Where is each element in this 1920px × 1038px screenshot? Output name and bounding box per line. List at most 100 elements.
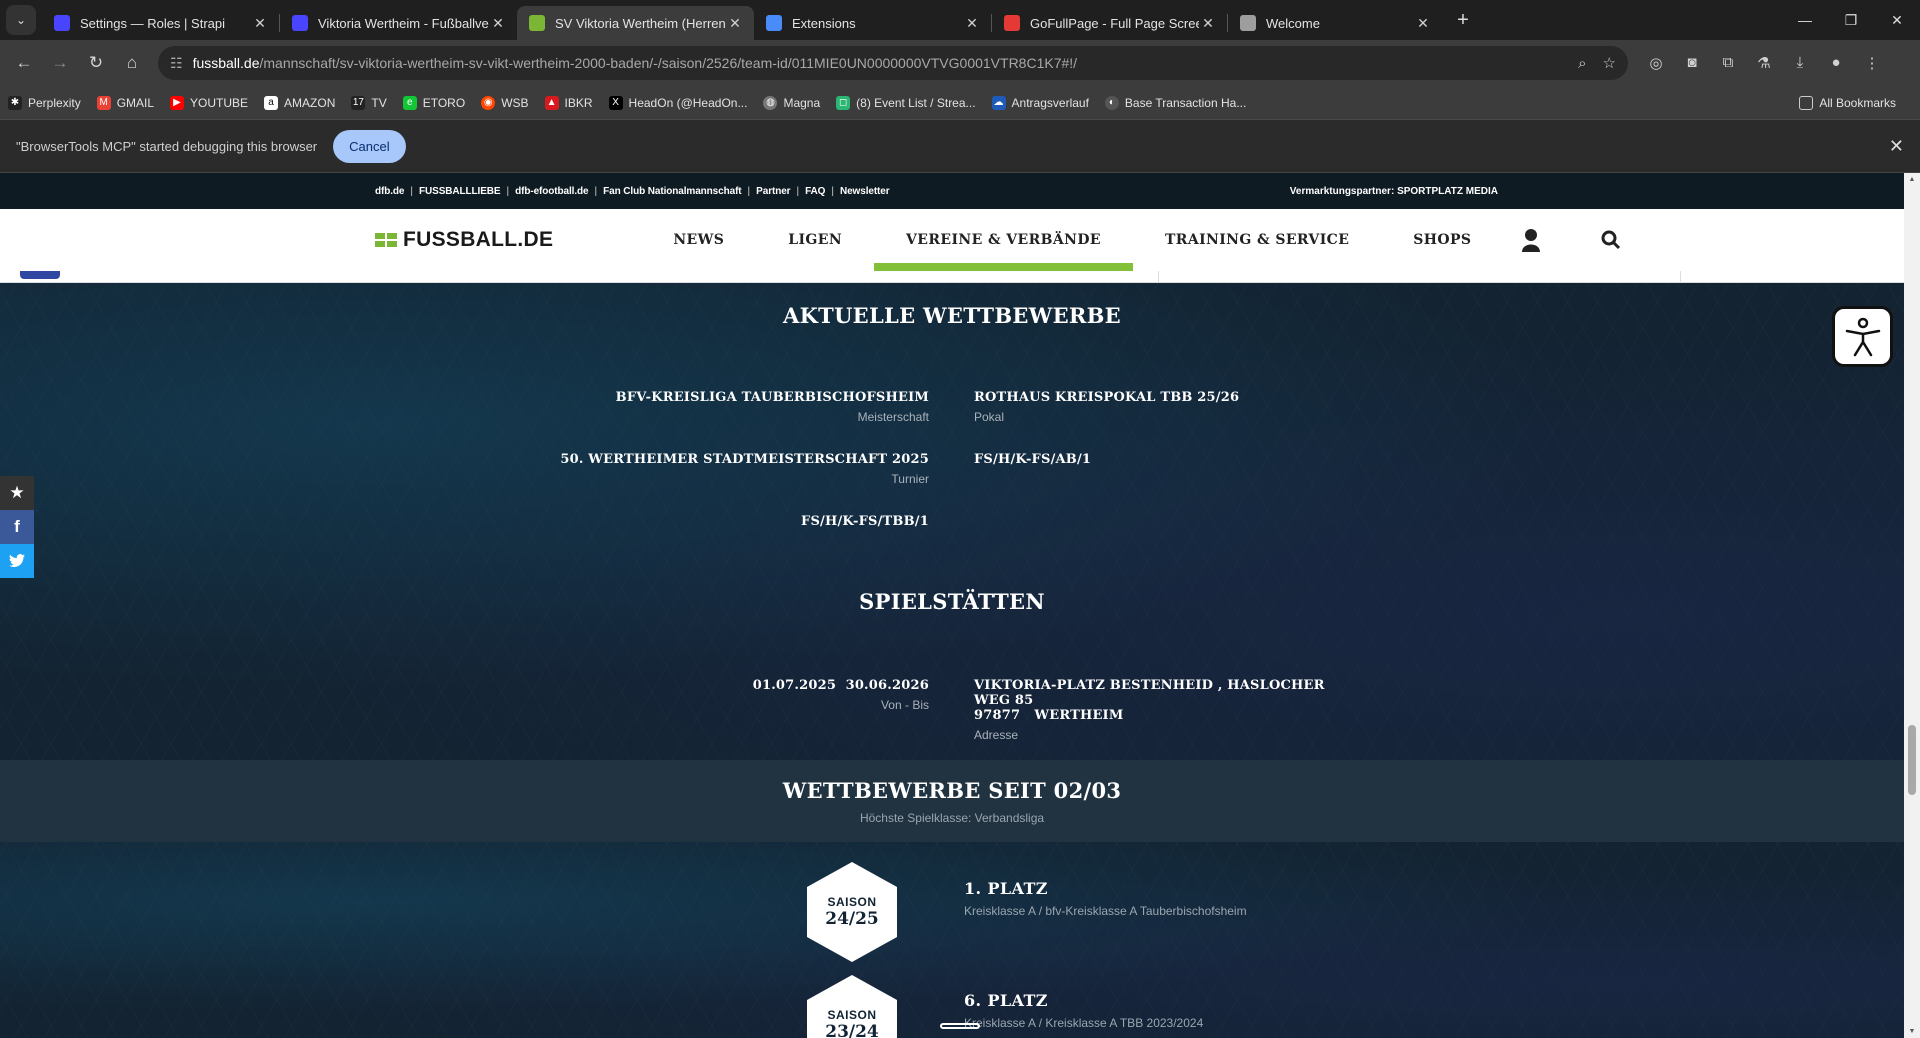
strapi-favicon-icon [54, 15, 70, 31]
venues-title: SPIELSTÄTTEN [859, 589, 1045, 614]
bookmark-perplexity[interactable]: ✱ Perplexity [8, 95, 81, 110]
fussball-logo-icon [375, 233, 397, 247]
close-icon[interactable]: ✕ [251, 15, 269, 32]
season-item[interactable]: SAISON 23/24 [807, 975, 897, 1038]
address-bar[interactable]: ☷ fussball.de/mannschaft/sv-viktoria-wer… [158, 46, 1628, 80]
close-icon[interactable]: ✕ [1889, 136, 1904, 157]
reload-icon[interactable]: ↻ [80, 47, 112, 79]
all-bookmarks[interactable]: All Bookmarks [1799, 95, 1896, 110]
back-icon[interactable]: ← [8, 47, 40, 79]
forward-icon[interactable]: → [44, 47, 76, 79]
tab-strapi[interactable]: Settings — Roles | Strapi ✕ [42, 6, 279, 40]
bookmark-amazon[interactable]: a AMAZON [264, 95, 335, 110]
facebook-icon[interactable]: f [0, 510, 34, 544]
bookmark-tv[interactable]: 17 TV [351, 95, 387, 110]
season-label: SAISON [827, 895, 877, 909]
event-icon: ◻ [836, 95, 851, 110]
meta-link-efootball[interactable]: dfb-efootball.de [515, 186, 588, 197]
meta-link-faq[interactable]: FAQ [805, 186, 825, 197]
nav-vereine-verbaende[interactable]: VEREINE & VERBÄNDE [874, 209, 1133, 271]
star-icon[interactable]: ★ [0, 476, 34, 510]
labs-icon[interactable]: ⚗ [1746, 54, 1782, 72]
tab-search-button[interactable]: ⌄ [6, 5, 36, 35]
reddit-icon: ◉ [481, 95, 496, 110]
minimize-icon[interactable]: — [1782, 12, 1828, 29]
nav-news[interactable]: NEWS [641, 209, 756, 271]
bookmark-headon[interactable]: X HeadOn (@HeadOn... [608, 95, 747, 110]
twitter-icon[interactable] [0, 544, 34, 578]
user-icon[interactable] [1503, 228, 1559, 252]
url-host: fussball.de [192, 55, 260, 71]
bookmark-label: TV [371, 95, 387, 110]
season-item[interactable]: SAISON 24/25 [807, 862, 897, 962]
site-info-icon[interactable]: ☷ [170, 55, 183, 72]
tab-fussball-active[interactable]: SV Viktoria Wertheim (Herren) ✕ [517, 6, 754, 40]
tab-viktoria[interactable]: Viktoria Wertheim - Fußballverein ✕ [280, 6, 517, 40]
amazon-icon: a [264, 95, 279, 110]
meta-link-fussballliebe[interactable]: FUSSBALLLIEBE [419, 186, 501, 197]
menu-dots-icon[interactable]: ⋮ [1854, 54, 1890, 72]
season-hexagon: SAISON 24/25 [807, 862, 897, 962]
competition-item[interactable]: FS/H/K-FS/TBB/1 [801, 514, 929, 529]
scroll-up-icon[interactable]: ▲ [1907, 176, 1917, 183]
history-section: SAISON 24/25 1. PLATZ Kreisklasse A / bf… [0, 842, 1904, 1038]
competition-item[interactable]: FS/H/K-FS/AB/1 [974, 452, 1091, 467]
debug-infobar: "BrowserTools MCP" started debugging thi… [0, 120, 1920, 173]
bookmark-magna[interactable]: ◍ Magna [763, 95, 820, 110]
site-logo[interactable]: FUSSBALL.DE [375, 228, 553, 252]
bookmark-gmail[interactable]: M GMAIL [96, 95, 154, 110]
close-icon[interactable]: ✕ [1414, 15, 1432, 32]
meta-link-dfb[interactable]: dfb.de [375, 186, 405, 197]
close-icon[interactable]: ✕ [489, 15, 507, 32]
marketing-partner[interactable]: Vermarktungspartner: SPORTPLATZ MEDIA [1290, 186, 1498, 197]
nav-ligen[interactable]: LIGEN [756, 209, 874, 271]
extension-icon[interactable]: ◎ [1638, 54, 1674, 72]
close-icon[interactable]: ✕ [726, 15, 744, 32]
bookmark-etoro[interactable]: e ETORO [402, 95, 465, 110]
tab-extensions[interactable]: Extensions ✕ [754, 6, 991, 40]
close-window-icon[interactable]: ✕ [1874, 12, 1920, 29]
meta-link-newsletter[interactable]: Newsletter [840, 186, 890, 197]
accessibility-button[interactable] [1832, 306, 1893, 367]
main-navigation: FUSSBALL.DE NEWS LIGEN VEREINE & VERBÄND… [0, 209, 1904, 271]
nav-shops[interactable]: SHOPS [1381, 209, 1503, 271]
competition-item[interactable]: 50. WERTHEIMER STADTMEISTERSCHAFT 2025 T… [560, 452, 929, 486]
venue-address[interactable]: VIKTORIA-PLATZ BESTENHEID , HASLOCHER WE… [974, 678, 1354, 742]
tab-title: SV Viktoria Wertheim (Herren) [555, 15, 726, 31]
season-label: SAISON [827, 1008, 877, 1022]
meta-link-partner[interactable]: Partner [756, 186, 790, 197]
nav-training-service[interactable]: TRAINING & SERVICE [1133, 209, 1381, 271]
bookmark-youtube[interactable]: ▶ YOUTUBE [170, 95, 248, 110]
venue-date-range: 01.07.2025 30.06.2026 [752, 678, 929, 693]
page-scrollbar[interactable]: ▲ ▼ [1904, 173, 1920, 1038]
competition-name: BFV-KREISLIGA TAUBERBISCHOFSHEIM [615, 390, 929, 405]
download-icon[interactable]: ⤓ [1782, 54, 1818, 72]
new-tab-button[interactable]: + [1448, 5, 1478, 35]
bookmark-wsb[interactable]: ◉ WSB [481, 95, 529, 110]
bookmark-antragsverlauf[interactable]: ☁ Antragsverlauf [991, 95, 1089, 110]
scrollbar-thumb[interactable] [1908, 725, 1916, 795]
restore-icon[interactable]: ❐ [1828, 12, 1874, 29]
profile-avatar-icon[interactable]: ● [1818, 54, 1854, 72]
partner-name: SPORTPLATZ MEDIA [1397, 185, 1498, 197]
competition-item[interactable]: ROTHAUS KREISPOKAL TBB 25/26 Pokal [974, 390, 1239, 424]
zoom-icon[interactable]: ⌕ [1578, 55, 1586, 72]
home-icon[interactable]: ⌂ [116, 47, 148, 79]
bookmark-star-icon[interactable]: ☆ [1603, 54, 1616, 72]
puzzle-icon[interactable]: ⧉ [1710, 54, 1746, 72]
bookmark-ibkr[interactable]: ▲ IBKR [544, 95, 593, 110]
close-icon[interactable]: ✕ [1199, 15, 1217, 32]
bookmark-event-list[interactable]: ◻ (8) Event List / Strea... [836, 95, 976, 110]
meta-link-fanclub[interactable]: Fan Club Nationalmannschaft [603, 186, 742, 197]
search-icon[interactable] [1583, 230, 1639, 250]
tab-gofullpage[interactable]: GoFullPage - Full Page Screen Capture ✕ [992, 6, 1227, 40]
history-title: WETTBEWERBE SEIT 02/03 [782, 778, 1122, 803]
cancel-button[interactable]: Cancel [333, 129, 406, 163]
tab-welcome[interactable]: Welcome ✕ [1228, 6, 1442, 40]
competitions-title: AKTUELLE WETTBEWERBE [783, 303, 1121, 328]
bookmark-base-transaction[interactable]: ◐ Base Transaction Ha... [1104, 95, 1246, 110]
close-icon[interactable]: ✕ [963, 15, 981, 32]
scroll-down-icon[interactable]: ▼ [1907, 1028, 1917, 1035]
competition-item[interactable]: BFV-KREISLIGA TAUBERBISCHOFSHEIM Meister… [616, 390, 929, 424]
camera-icon[interactable]: ◙ [1674, 54, 1710, 72]
